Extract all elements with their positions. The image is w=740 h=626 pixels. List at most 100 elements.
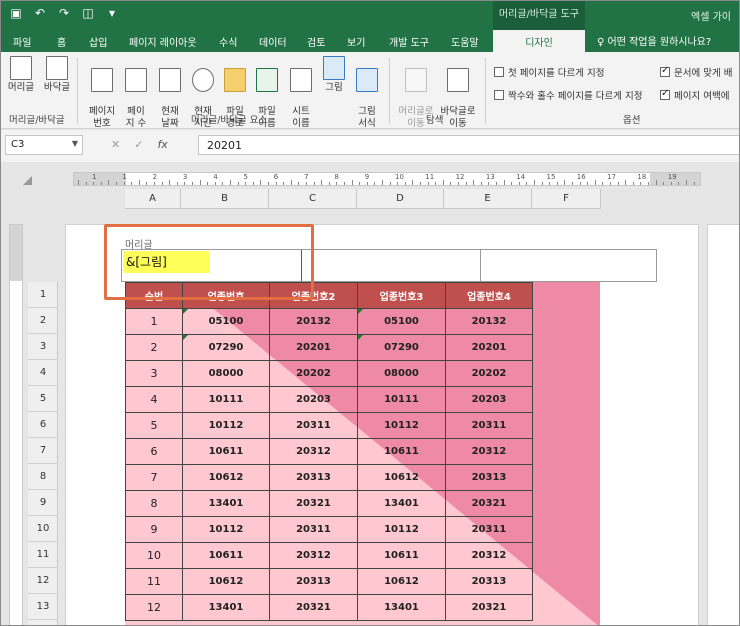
table-cell[interactable]: 10111 — [182, 386, 270, 413]
row-header[interactable]: 13 — [28, 594, 58, 620]
row-header[interactable]: 3 — [28, 334, 58, 360]
current-date-button[interactable]: 현재 날짜 — [155, 56, 185, 130]
column-header[interactable]: B — [181, 189, 269, 209]
table-cell[interactable]: 20311 — [445, 412, 533, 439]
table-cell[interactable]: 05100 — [357, 308, 446, 335]
table-cell[interactable]: 8 — [125, 490, 183, 517]
table-cell[interactable]: 20132 — [445, 308, 533, 335]
table-cell[interactable]: 20312 — [445, 438, 533, 465]
format-picture-button[interactable]: 그림 서식 — [352, 56, 382, 130]
select-all-icon[interactable] — [23, 176, 32, 185]
footer-button[interactable]: 바닥글 — [41, 56, 73, 94]
cancel-icon[interactable]: ✕ — [111, 138, 120, 151]
tab-formulas[interactable]: 수식 — [219, 34, 237, 49]
table-cell[interactable]: 7 — [125, 464, 183, 491]
table-cell[interactable]: 13401 — [357, 490, 446, 517]
option-different-first-page[interactable]: 첫 페이지를 다르게 지정 — [494, 65, 604, 79]
tab-data[interactable]: 데이터 — [259, 34, 287, 49]
redo-icon[interactable]: ↷ — [57, 6, 71, 20]
table-cell[interactable]: 08000 — [182, 360, 270, 387]
tab-page-layout[interactable]: 페이지 레이아웃 — [129, 34, 197, 49]
column-header[interactable]: D — [357, 189, 444, 209]
table-cell[interactable]: 10112 — [357, 412, 446, 439]
table-cell[interactable]: 10612 — [357, 568, 446, 595]
table-cell[interactable]: 13401 — [182, 490, 270, 517]
table-cell[interactable]: 20202 — [445, 360, 533, 387]
tell-me-search[interactable]: ♀ 어떤 작업을 원하시나요? — [597, 33, 711, 48]
table-cell[interactable]: 20313 — [445, 464, 533, 491]
row-header[interactable]: 7 — [28, 438, 58, 464]
table-cell[interactable]: 20132 — [269, 308, 358, 335]
tab-view[interactable]: 보기 — [347, 34, 365, 49]
insert-function-icon[interactable]: fx — [157, 138, 167, 151]
table-cell[interactable]: 10611 — [357, 542, 446, 569]
table-cell[interactable]: 20313 — [269, 464, 358, 491]
sheet-name-button[interactable]: 시트 이름 — [286, 56, 316, 130]
row-header[interactable]: 11 — [28, 542, 58, 568]
row-header[interactable]: 1 — [28, 282, 58, 308]
tab-help[interactable]: 도움말 — [451, 34, 479, 49]
table-header-cell[interactable]: 업종번호3 — [357, 282, 446, 309]
row-header[interactable]: 9 — [28, 490, 58, 516]
save-icon[interactable]: ▣ — [9, 6, 23, 20]
checkbox[interactable] — [660, 88, 670, 100]
table-cell[interactable]: 08000 — [357, 360, 446, 387]
table-cell[interactable]: 3 — [125, 360, 183, 387]
table-cell[interactable]: 10112 — [357, 516, 446, 543]
enter-icon[interactable]: ✓ — [134, 138, 143, 151]
table-cell[interactable]: 20312 — [269, 542, 358, 569]
customize-qat-icon[interactable]: ▾ — [105, 6, 119, 20]
checkbox[interactable] — [660, 65, 670, 77]
tab-insert[interactable]: 삽입 — [89, 34, 107, 49]
page-count-button[interactable]: 페이 지 수 — [121, 56, 151, 130]
table-cell[interactable]: 20313 — [269, 568, 358, 595]
header-button[interactable]: 머리글 — [7, 56, 35, 94]
table-cell[interactable]: 20321 — [269, 594, 358, 621]
option-align-margins[interactable]: 페이지 여백에 — [660, 88, 729, 102]
table-cell[interactable]: 20311 — [269, 516, 358, 543]
tab-file[interactable]: 파일 — [13, 34, 31, 49]
formula-input[interactable]: 20201 — [198, 135, 739, 155]
chevron-down-icon[interactable]: ▼ — [72, 139, 78, 148]
table-cell[interactable]: 20312 — [445, 542, 533, 569]
row-header[interactable]: 4 — [28, 360, 58, 386]
table-cell[interactable]: 10111 — [357, 386, 446, 413]
row-header[interactable]: 10 — [28, 516, 58, 542]
table-cell[interactable]: 10612 — [357, 464, 446, 491]
table-cell[interactable]: 5 — [125, 412, 183, 439]
table-cell[interactable]: 11 — [125, 568, 183, 595]
table-cell[interactable]: 20321 — [445, 594, 533, 621]
table-cell[interactable]: 10 — [125, 542, 183, 569]
tab-design[interactable]: 디자인 — [493, 30, 585, 52]
table-cell[interactable]: 10112 — [182, 516, 270, 543]
table-cell[interactable]: 05100 — [182, 308, 270, 335]
row-header[interactable]: 8 — [28, 464, 58, 490]
table-cell[interactable]: 4 — [125, 386, 183, 413]
column-header[interactable]: C — [269, 189, 357, 209]
table-cell[interactable]: 20321 — [445, 490, 533, 517]
table-cell[interactable]: 20311 — [269, 412, 358, 439]
table-cell[interactable]: 20312 — [269, 438, 358, 465]
option-different-odd-even[interactable]: 짝수와 홀수 페이지를 다르게 지정 — [494, 88, 642, 102]
tab-developer[interactable]: 개발 도구 — [389, 34, 429, 49]
table-cell[interactable]: 10611 — [357, 438, 446, 465]
table-cell[interactable]: 20321 — [269, 490, 358, 517]
row-header[interactable]: 6 — [28, 412, 58, 438]
row-header[interactable]: 12 — [28, 568, 58, 594]
table-cell[interactable]: 20203 — [269, 386, 358, 413]
table-cell[interactable]: 10112 — [182, 412, 270, 439]
undo-icon[interactable]: ↶ — [33, 6, 47, 20]
tab-home[interactable]: 홈 — [57, 34, 66, 49]
option-scale-with-document[interactable]: 문서에 맞게 배 — [660, 65, 732, 79]
table-cell[interactable]: 20203 — [445, 386, 533, 413]
table-cell[interactable]: 12 — [125, 594, 183, 621]
table-cell[interactable]: 20201 — [445, 334, 533, 361]
table-cell[interactable]: 1 — [125, 308, 183, 335]
table-cell[interactable]: 20313 — [445, 568, 533, 595]
row-header[interactable]: 2 — [28, 308, 58, 334]
page-number-button[interactable]: 페이지 번호 — [87, 56, 117, 130]
table-cell[interactable]: 10612 — [182, 464, 270, 491]
table-cell[interactable]: 2 — [125, 334, 183, 361]
table-header-cell[interactable]: 업종번호4 — [445, 282, 533, 309]
table-cell[interactable]: 6 — [125, 438, 183, 465]
